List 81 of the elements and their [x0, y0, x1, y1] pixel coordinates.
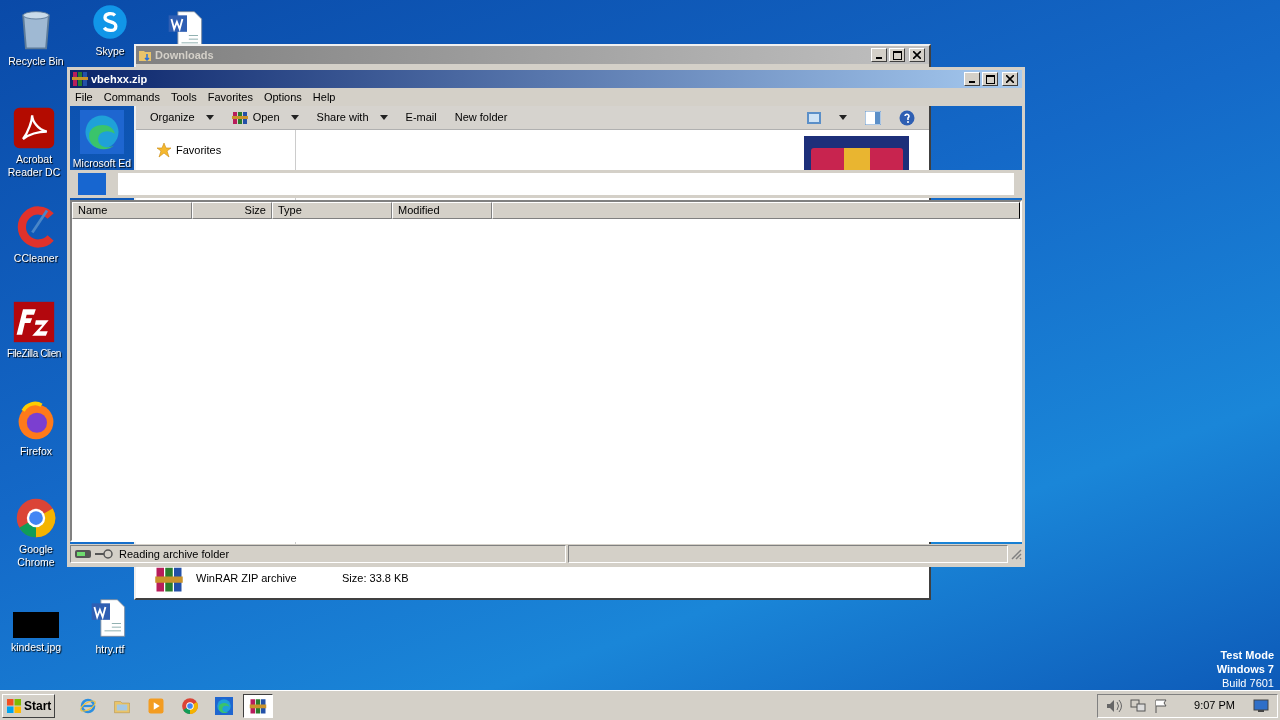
edge-logo-icon	[215, 696, 234, 715]
chrome-logo-icon	[14, 496, 58, 540]
system-notice-text: Build 7601	[1222, 676, 1274, 690]
drive-icon	[75, 550, 91, 558]
internet-explorer-icon	[79, 696, 98, 715]
menu-item[interactable]: Commands	[103, 88, 160, 106]
toolbar-button[interactable]: New folder	[454, 109, 508, 126]
desktop-icon-label[interactable]: CCleaner	[13, 252, 59, 265]
chrome-logo-icon	[181, 696, 200, 715]
speaker-icon[interactable]	[1106, 698, 1123, 713]
file-size-text: Size: 33.8 KB	[342, 571, 409, 587]
windows-logo-icon	[6, 697, 22, 714]
column-header[interactable]: Size	[192, 202, 272, 219]
desktop-icon-label[interactable]: Microsoft Ed	[72, 157, 132, 170]
caret-icon	[205, 115, 214, 120]
skype-logo-icon	[90, 2, 130, 42]
desktop-icon-label[interactable]: htry.rtf	[95, 643, 125, 656]
menu-item[interactable]: Options	[263, 88, 302, 106]
acrobat-logo-icon	[12, 106, 56, 150]
monitor-icon[interactable]	[1253, 698, 1269, 713]
toolbar-button[interactable]: Organize	[150, 109, 214, 126]
image-thumbnail	[13, 612, 59, 638]
dropdown-caret[interactable]	[379, 115, 388, 120]
star-icon	[156, 142, 172, 159]
caret-icon	[379, 115, 388, 120]
close-icon	[913, 51, 921, 59]
resize-grip-icon[interactable]	[1010, 548, 1022, 560]
network-icon[interactable]	[1130, 698, 1147, 713]
desktop-icon-label[interactable]: Google Chrome	[5, 543, 67, 569]
close-button[interactable]	[909, 48, 925, 62]
status-text: Reading archive folder	[119, 546, 230, 562]
key-icon	[95, 549, 113, 559]
maximize-button[interactable]	[889, 48, 905, 62]
start-button[interactable]: Start	[2, 693, 56, 718]
dropdown-caret[interactable]	[205, 115, 214, 120]
maximize-icon	[892, 50, 902, 60]
caret-icon	[290, 115, 299, 120]
taskbar-app-button[interactable]	[243, 693, 274, 718]
desktop-icon-label[interactable]: FileZilla Clien	[7, 347, 61, 360]
address-field[interactable]	[118, 173, 1014, 195]
close-button[interactable]	[1002, 72, 1018, 86]
system-notice-text: Test Mode	[1220, 648, 1274, 662]
view-icon[interactable]	[807, 111, 821, 124]
menu-item[interactable]: File	[75, 88, 93, 106]
flag-icon[interactable]	[1154, 698, 1169, 713]
window-title: vbehxx.zip	[91, 71, 149, 87]
help-icon[interactable]	[899, 109, 915, 126]
caret-icon	[839, 115, 847, 120]
minimize-button[interactable]	[871, 48, 887, 62]
winrar-books-icon	[72, 72, 88, 86]
desktop-icon-label[interactable]: Firefox	[19, 445, 53, 458]
filezilla-logo-icon	[12, 300, 56, 344]
toolbar-button[interactable]: E-mail	[405, 109, 437, 126]
dropdown-caret[interactable]	[290, 115, 299, 120]
desktop-icon-label[interactable]: Acrobat Reader DC	[3, 153, 65, 179]
system-notice-text: Windows 7	[1216, 662, 1274, 676]
toolbar-button[interactable]: Open	[231, 109, 299, 126]
column-header[interactable]: Modified	[392, 202, 492, 219]
clock-text[interactable]: 9:07 PM	[1194, 697, 1235, 714]
maximize-button[interactable]	[982, 72, 998, 86]
minimize-button[interactable]	[964, 72, 980, 86]
edge-logo-icon	[80, 110, 124, 154]
toolbar-button[interactable]: Share with	[316, 109, 388, 126]
folder-icon	[138, 48, 152, 62]
column-header[interactable]: Name	[72, 202, 192, 219]
winrar-books-icon	[231, 111, 248, 124]
maximize-icon	[985, 74, 995, 84]
close-icon	[1006, 75, 1014, 83]
menu-item[interactable]: Tools	[171, 88, 197, 106]
winrar-books-icon	[249, 696, 268, 715]
media-player-icon	[147, 696, 166, 715]
column-header[interactable]: Type	[272, 202, 392, 219]
nav-item[interactable]: Favorites	[156, 142, 295, 159]
menu-item[interactable]: Favorites	[207, 88, 253, 106]
window-title: Downloads	[155, 47, 215, 63]
preview-pane-icon[interactable]	[865, 110, 881, 125]
desktop-icon-label[interactable]: kindest.jpg	[10, 641, 62, 654]
desktop-icon-label[interactable]: Recycle Bin	[8, 55, 64, 68]
menu-item[interactable]: Help	[312, 88, 336, 106]
file-type-text: WinRAR ZIP archive	[196, 571, 298, 587]
desktop-icon-label[interactable]: Skype	[95, 45, 125, 58]
